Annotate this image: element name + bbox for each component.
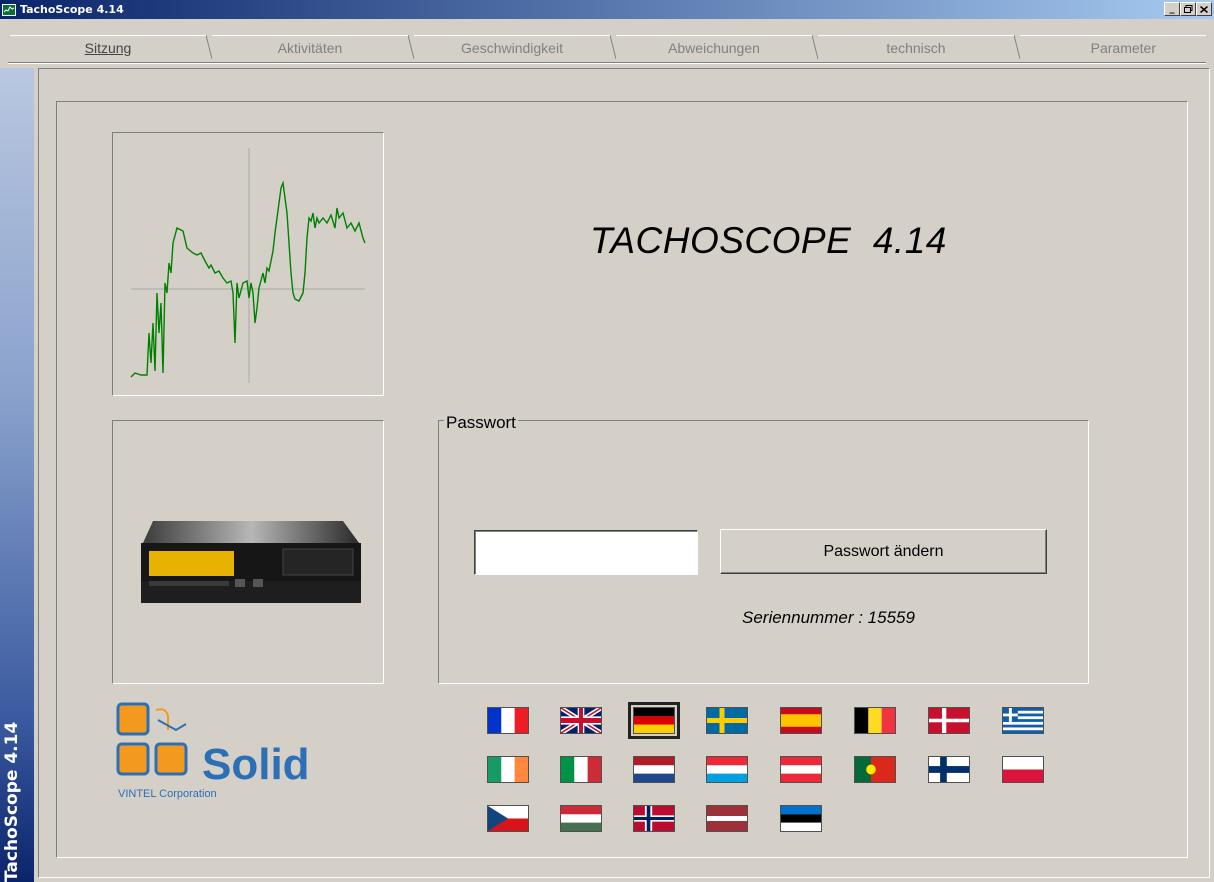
- sidebar-title: TachoScope 4.14: [2, 721, 22, 882]
- tab-separator: [812, 35, 818, 59]
- tachograph-device-icon: [141, 521, 361, 603]
- serial-number: Seriennummer : 15559: [742, 608, 915, 627]
- chart-preview: [112, 132, 384, 396]
- tab-separator: [610, 35, 616, 59]
- flag-germany-icon[interactable]: [628, 702, 680, 739]
- app-icon: [2, 3, 16, 16]
- sidebar-banner: TachoScope 4.14: [0, 68, 34, 882]
- tab-technisch[interactable]: technisch: [818, 35, 1014, 59]
- close-button[interactable]: [1196, 2, 1212, 16]
- flag-norway-icon[interactable]: [633, 805, 675, 832]
- flag-czech-icon[interactable]: [487, 805, 529, 832]
- flag-uk-icon[interactable]: [560, 707, 602, 734]
- flag-sweden-icon[interactable]: [706, 707, 748, 734]
- tab-separator: [1014, 35, 1020, 59]
- flag-estonia-icon[interactable]: [780, 805, 822, 832]
- flag-spain-icon[interactable]: [780, 707, 822, 734]
- flag-poland-icon[interactable]: [1002, 756, 1044, 783]
- tab-sitzung[interactable]: Sitzung: [10, 35, 206, 59]
- speed-chart-icon: [130, 148, 366, 383]
- flag-latvia-icon[interactable]: [706, 805, 748, 832]
- flag-netherlands-icon[interactable]: [633, 756, 675, 783]
- logo-subtitle: VINTEL Corporation: [118, 788, 217, 800]
- flag-luxembourg-icon[interactable]: [706, 756, 748, 783]
- change-password-button[interactable]: Passwort ändern: [720, 529, 1047, 574]
- tab-geschwindigkeit[interactable]: Geschwindigkeit: [414, 35, 610, 59]
- window-title: TachoScope 4.14: [20, 3, 124, 16]
- tab-abweichungen[interactable]: Abweichungen: [616, 35, 812, 59]
- logo-wordmark: Solid: [202, 740, 310, 789]
- tab-separator: [206, 35, 212, 59]
- tachograph-preview: [112, 420, 384, 684]
- tab-aktivitaeten[interactable]: Aktivitäten: [212, 35, 408, 59]
- flag-france-icon[interactable]: [487, 707, 529, 734]
- flag-ireland-icon[interactable]: [487, 756, 529, 783]
- password-input[interactable]: [474, 530, 698, 575]
- app-heading: TACHOSCOPE 4.14: [590, 220, 947, 261]
- password-group-legend: Passwort: [444, 413, 518, 433]
- tab-underline: [8, 62, 1206, 64]
- tab-bar: Sitzung Aktivitäten Geschwindigkeit Abwe…: [0, 20, 1214, 68]
- flag-finland-icon[interactable]: [928, 756, 970, 783]
- tab-parameter[interactable]: Parameter: [1020, 35, 1206, 59]
- flag-belgium-icon[interactable]: [854, 707, 896, 734]
- flag-portugal-icon[interactable]: [854, 756, 896, 783]
- flag-hungary-icon[interactable]: [560, 805, 602, 832]
- flag-denmark-icon[interactable]: [928, 707, 970, 734]
- flag-austria-icon[interactable]: [780, 756, 822, 783]
- tab-separator: [408, 35, 414, 59]
- maximize-button[interactable]: [1180, 2, 1196, 16]
- flag-greece-icon[interactable]: [1002, 707, 1044, 734]
- title-bar: TachoScope 4.14 _: [0, 0, 1214, 19]
- flag-italy-icon[interactable]: [560, 756, 602, 783]
- minimize-button[interactable]: _: [1164, 2, 1180, 16]
